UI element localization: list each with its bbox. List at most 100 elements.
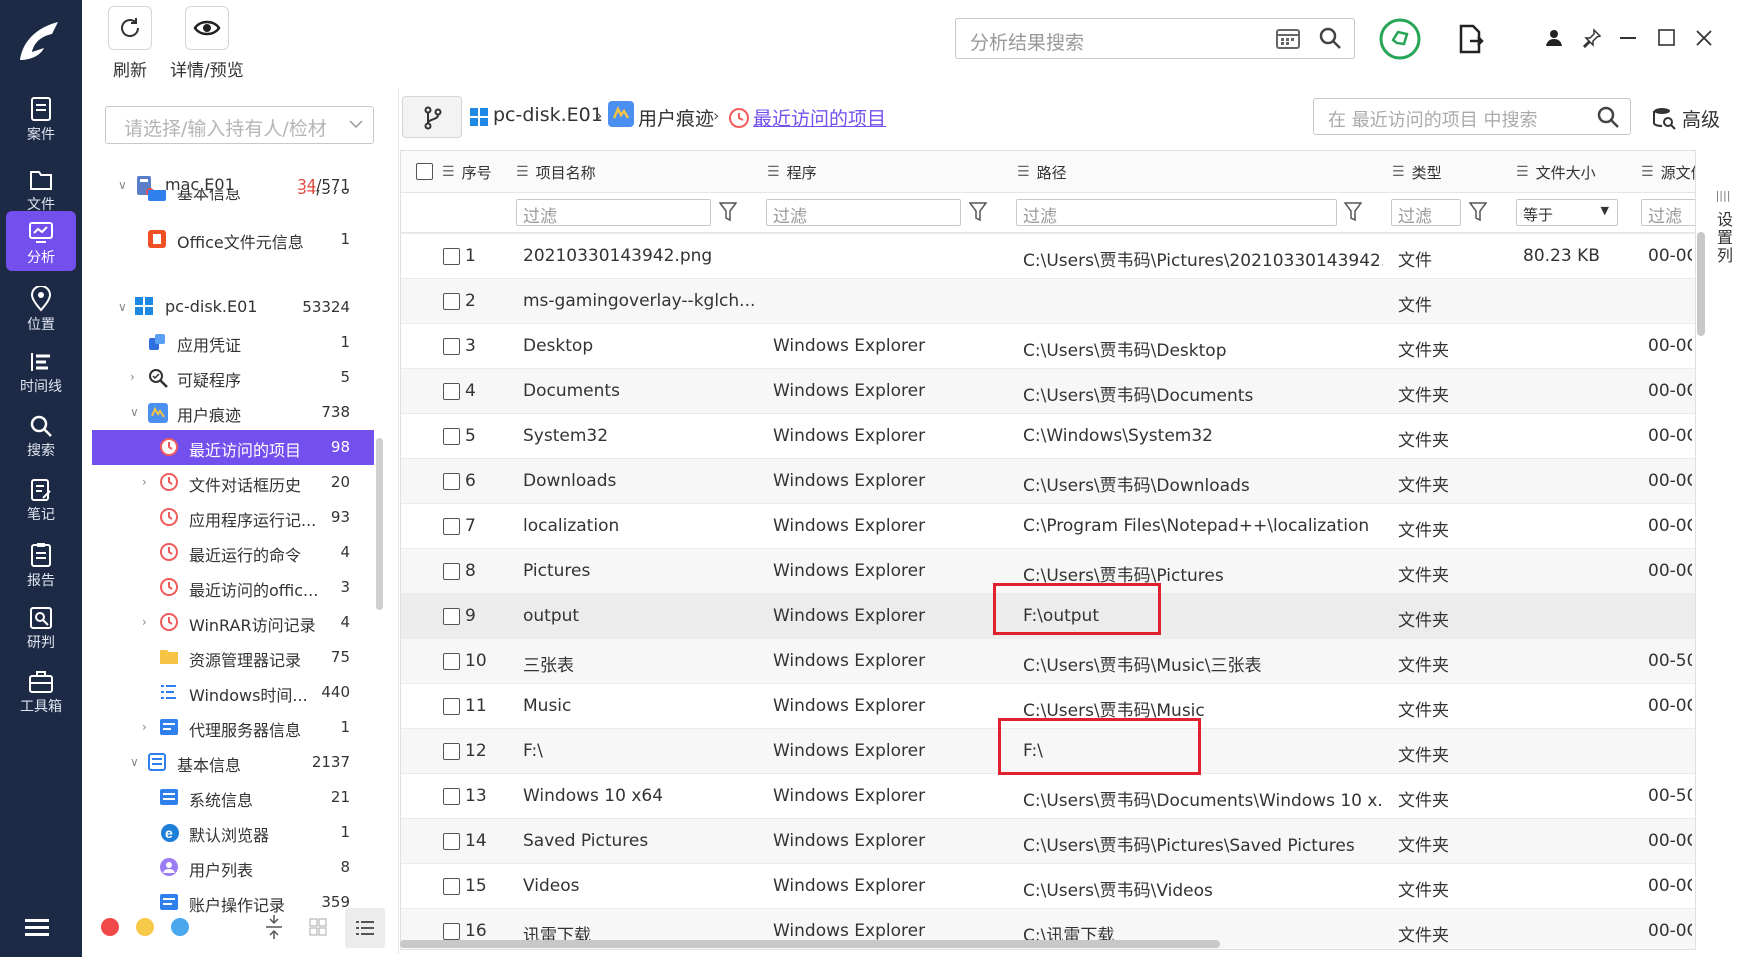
nav-timeline[interactable]: 时间线 xyxy=(6,340,76,404)
search-icon[interactable] xyxy=(1596,105,1620,129)
filter-icon[interactable] xyxy=(969,201,987,223)
table-vertical-scrollbar[interactable] xyxy=(1697,232,1705,336)
table-row[interactable]: 2 ms-gamingoverlay--kglch... 文件 xyxy=(401,278,1695,323)
export-icon[interactable] xyxy=(1458,24,1484,54)
table-row[interactable]: 5 System32 Windows Explorer C:\Windows\Syst… xyxy=(401,413,1695,458)
tree-item[interactable]: e 默认浏览器 1 xyxy=(92,815,374,850)
nav-case[interactable]: 案件 xyxy=(6,86,76,150)
chevron-down-icon[interactable]: ∨ xyxy=(118,300,132,314)
filter-name-input[interactable]: 过滤 xyxy=(516,199,711,226)
close-icon[interactable] xyxy=(1695,29,1713,47)
nav-report[interactable]: 报告 xyxy=(6,532,76,596)
select-all-checkbox[interactable] xyxy=(416,163,433,180)
column-header-seq[interactable]: ☰ 序号 xyxy=(442,151,492,193)
grid-view-icon[interactable] xyxy=(309,918,327,936)
holder-select[interactable]: 请选择/输入持有人/检材 xyxy=(105,106,374,144)
filter-icon[interactable] xyxy=(1469,201,1487,223)
column-header-program[interactable]: ☰ 程序 xyxy=(767,151,817,193)
yellow-dot-icon[interactable] xyxy=(136,918,154,936)
column-header-type[interactable]: ☰ 类型 xyxy=(1392,151,1442,193)
red-dot-icon[interactable] xyxy=(101,918,119,936)
blue-dot-icon[interactable] xyxy=(171,918,189,936)
row-checkbox[interactable] xyxy=(443,428,460,445)
table-row[interactable]: 1 20210330143942.png C:\Users\贾韦码\Pictures… xyxy=(401,233,1695,278)
nav-note[interactable]: 笔记 xyxy=(6,468,76,532)
row-checkbox[interactable] xyxy=(443,923,460,940)
user-icon[interactable] xyxy=(1545,29,1563,47)
nav-location[interactable]: 位置 xyxy=(6,276,76,340)
tree-item[interactable]: 最近访问的项目 98 xyxy=(92,430,374,465)
breadcrumb-category[interactable]: 用户痕迹 xyxy=(638,104,714,131)
table-row[interactable]: 13 Windows 10 x64 Windows Explorer C:\Users… xyxy=(401,773,1695,818)
table-row[interactable]: 10 三张表 Windows Explorer C:\Users\贾韦码\Music\… xyxy=(401,638,1695,683)
row-checkbox[interactable] xyxy=(443,293,460,310)
tree-item[interactable]: Windows时间... 440 xyxy=(92,675,374,710)
inner-search-input[interactable]: 在 最近访问的项目 中搜索 xyxy=(1313,98,1631,135)
row-checkbox[interactable] xyxy=(443,248,460,265)
chevron-right-icon[interactable]: › xyxy=(142,615,156,629)
table-row[interactable]: 14 Saved Pictures Windows Explorer C:\Users… xyxy=(401,818,1695,863)
tree-item[interactable]: 资源管理器记录 75 xyxy=(92,640,374,675)
status-shield-icon[interactable] xyxy=(1379,18,1421,60)
expand-collapse-icon[interactable] xyxy=(264,914,284,940)
filter-type-input[interactable]: 过滤 xyxy=(1391,199,1461,226)
tree-item[interactable]: › 代理服务器信息 1 xyxy=(92,710,374,745)
tree-item[interactable]: 基本信息 34/570 xyxy=(92,190,374,204)
breadcrumb-current[interactable]: 最近访问的项目 xyxy=(753,104,886,131)
row-checkbox[interactable] xyxy=(443,608,460,625)
tree-item[interactable]: ∨ 用户痕迹 738 xyxy=(92,395,374,430)
global-search-input[interactable]: 分析结果搜索 xyxy=(955,18,1355,59)
tree-item[interactable]: 系统信息 21 xyxy=(92,780,374,815)
filter-size-select[interactable]: 等于 ▼ xyxy=(1516,199,1618,226)
set-columns-button[interactable]: |||| 设置列 xyxy=(1706,150,1740,400)
refresh-button[interactable]: 刷新 xyxy=(108,6,152,81)
breadcrumb-disk[interactable]: pc-disk.E01 xyxy=(493,104,603,126)
tree-scrollbar[interactable] xyxy=(376,438,383,610)
pin-icon[interactable] xyxy=(1582,28,1602,48)
table-horizontal-scrollbar[interactable] xyxy=(400,940,1220,948)
tree-item[interactable]: ∨ pc-disk.E01 53324 xyxy=(92,290,374,325)
tree-item[interactable]: ∨ 基本信息 2137 xyxy=(92,745,374,780)
tree-item[interactable]: Office文件元信息 1 xyxy=(92,222,374,257)
filter-path-input[interactable]: 过滤 xyxy=(1016,199,1337,226)
tree-item[interactable]: 账户操作记录 359 xyxy=(92,885,374,920)
tree-item[interactable]: 最近访问的offic... 3 xyxy=(92,570,374,605)
tree-item[interactable]: 应用程序运行记... 93 xyxy=(92,500,374,535)
column-header-path[interactable]: ☰ 路径 xyxy=(1017,151,1067,193)
row-checkbox[interactable] xyxy=(443,788,460,805)
row-checkbox[interactable] xyxy=(443,563,460,580)
search-icon[interactable] xyxy=(1318,26,1342,50)
tree-item[interactable]: › 可疑程序 5 xyxy=(92,360,374,395)
filter-program-input[interactable]: 过滤 xyxy=(766,199,961,226)
column-header-name[interactable]: ☰ 项目名称 xyxy=(516,151,596,193)
nav-judge[interactable]: 研判 xyxy=(6,596,76,660)
chevron-right-icon[interactable]: › xyxy=(142,475,156,489)
filter-source-input[interactable]: 过滤 xyxy=(1641,199,1695,226)
chevron-down-icon[interactable]: ∨ xyxy=(130,405,144,419)
column-header-source[interactable]: ☰源文件 xyxy=(1641,151,1695,193)
tree-item[interactable]: › WinRAR访问记录 4 xyxy=(92,605,374,640)
table-row[interactable]: 3 Desktop Windows Explorer C:\Users\贾韦码\Des… xyxy=(401,323,1695,368)
branch-button[interactable] xyxy=(402,96,462,138)
row-checkbox[interactable] xyxy=(443,743,460,760)
minimize-icon[interactable] xyxy=(1620,37,1638,41)
list-view-button[interactable] xyxy=(345,908,385,948)
row-checkbox[interactable] xyxy=(443,383,460,400)
filter-icon[interactable] xyxy=(1344,201,1362,223)
table-row[interactable]: 6 Downloads Windows Explorer C:\Users\贾韦码\D… xyxy=(401,458,1695,503)
row-checkbox[interactable] xyxy=(443,473,460,490)
nav-analysis[interactable]: 分析 xyxy=(6,211,76,271)
table-row[interactable]: 4 Documents Windows Explorer C:\Users\贾韦码\D… xyxy=(401,368,1695,413)
nav-toolbox[interactable]: 工具箱 xyxy=(6,660,76,724)
preview-button[interactable]: 详情/预览 xyxy=(170,6,244,81)
row-checkbox[interactable] xyxy=(443,653,460,670)
tree-item[interactable]: 用户列表 8 xyxy=(92,850,374,885)
tree-item[interactable]: 最近运行的命令 4 xyxy=(92,535,374,570)
chevron-down-icon[interactable]: ∨ xyxy=(130,755,144,769)
maximize-icon[interactable] xyxy=(1658,29,1676,47)
menu-icon[interactable] xyxy=(25,917,57,939)
filter-icon[interactable] xyxy=(719,201,737,223)
nav-search[interactable]: 搜索 xyxy=(6,404,76,468)
column-header-size[interactable]: ☰ 文件大小 xyxy=(1516,151,1596,193)
table-row[interactable]: 15 Videos Windows Explorer C:\Users\贾韦码\Vid… xyxy=(401,863,1695,908)
